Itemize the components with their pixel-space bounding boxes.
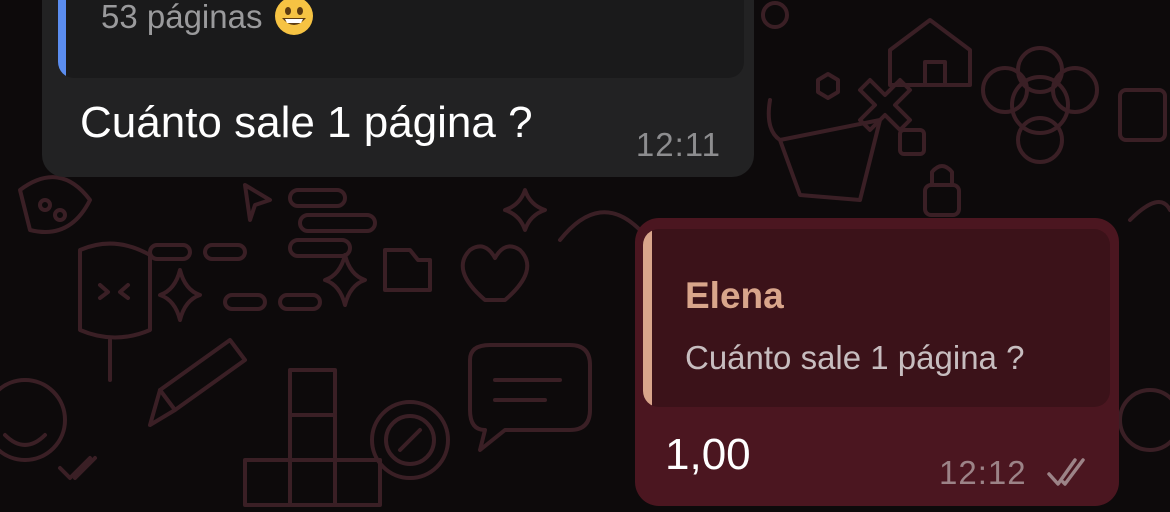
quoted-sender-name: Elena xyxy=(685,275,784,316)
incoming-message-text: Cuánto sale 1 página ? xyxy=(80,98,533,147)
quote-accent-bar xyxy=(643,229,652,407)
incoming-message-bubble[interactable]: 53 páginas Cuánto sale 1 página ? 12:11 xyxy=(42,0,754,177)
quoted-reply[interactable]: 53 páginas xyxy=(58,0,744,78)
outgoing-message-bubble[interactable]: Elena Cuánto sale 1 página ? 1,00 12:12 xyxy=(635,218,1119,506)
quoted-message-text: 53 páginas xyxy=(101,0,314,36)
quoted-message-text: Cuánto sale 1 página ? xyxy=(685,339,1025,376)
double-check-icon xyxy=(1047,458,1085,486)
outgoing-message-text: 1,00 xyxy=(665,430,751,479)
quoted-reply[interactable]: Elena Cuánto sale 1 página ? xyxy=(643,229,1110,407)
incoming-message-time: 12:11 xyxy=(635,126,721,163)
grinning-face-icon xyxy=(275,0,314,35)
outgoing-message-time: 12:12 xyxy=(939,454,1027,491)
quote-accent-bar xyxy=(58,0,66,78)
